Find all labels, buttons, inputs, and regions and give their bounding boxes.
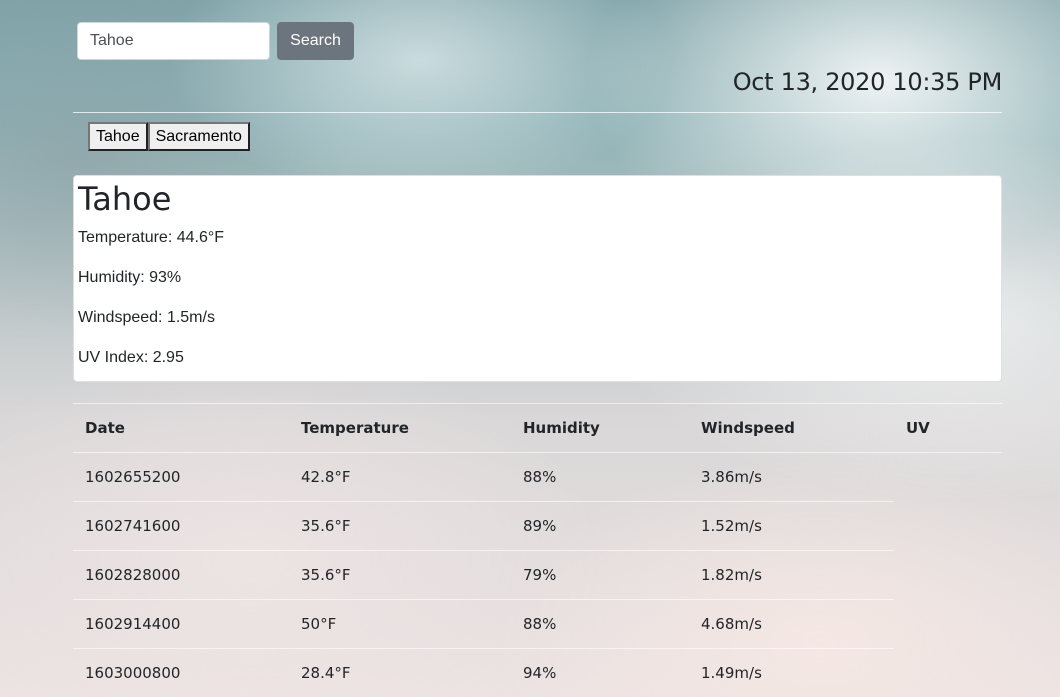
column-header-temperature: Temperature (289, 403, 511, 453)
current-datetime: Oct 13, 2020 10:35 PM (732, 68, 1003, 96)
forecast-table: Date Temperature Humidity Windspeed UV 1… (73, 403, 1002, 697)
cell-humidity: 79% (511, 550, 689, 600)
header-divider (73, 112, 1002, 113)
cell-uv (894, 649, 1002, 697)
cell-uv (894, 502, 1002, 551)
column-header-uv: UV (894, 403, 1002, 453)
cell-date: 1602828000 (73, 550, 289, 600)
cell-date: 1602914400 (73, 599, 289, 649)
cell-uv (894, 551, 1002, 600)
cell-temperature: 50°F (289, 599, 511, 649)
search-button[interactable]: Search (277, 22, 354, 60)
cell-humidity: 88% (511, 452, 689, 502)
history-button-sacramento[interactable]: Sacramento (147, 122, 250, 151)
cell-date: 1602655200 (73, 452, 289, 502)
cell-windspeed: 1.82m/s (689, 550, 894, 600)
temperature-stat: Temperature: 44.6°F (78, 229, 225, 246)
forecast-header-row: Date Temperature Humidity Windspeed UV (73, 403, 1002, 453)
humidity-stat: Humidity: 93% (78, 269, 182, 286)
cell-humidity: 89% (511, 501, 689, 551)
cell-humidity: 88% (511, 599, 689, 649)
table-row: 1603000800 28.4°F 94% 1.49m/s (73, 648, 1002, 697)
table-row: 1602914400 50°F 88% 4.68m/s (73, 599, 1002, 649)
cell-windspeed: 3.86m/s (689, 452, 894, 502)
table-row: 1602655200 42.8°F 88% 3.86m/s (73, 452, 1002, 502)
history-button-tahoe[interactable]: Tahoe (88, 122, 148, 151)
table-row: 1602828000 35.6°F 79% 1.82m/s (73, 550, 1002, 600)
cell-date: 1603000800 (73, 648, 289, 697)
city-name: Tahoe (78, 180, 172, 218)
windspeed-stat: Windspeed: 1.5m/s (78, 309, 215, 326)
column-header-windspeed: Windspeed (689, 403, 894, 453)
cell-uv (894, 600, 1002, 649)
cell-temperature: 42.8°F (289, 452, 511, 502)
cell-temperature: 35.6°F (289, 501, 511, 551)
column-header-date: Date (73, 403, 289, 453)
column-header-humidity: Humidity (511, 403, 689, 453)
cell-date: 1602741600 (73, 501, 289, 551)
cell-uv (894, 453, 1002, 502)
cell-windspeed: 4.68m/s (689, 599, 894, 649)
search-history: Tahoe Sacramento (88, 122, 250, 151)
uv-index-stat: UV Index: 2.95 (78, 349, 184, 366)
cell-temperature: 28.4°F (289, 648, 511, 697)
cell-humidity: 94% (511, 648, 689, 697)
table-row: 1602741600 35.6°F 89% 1.52m/s (73, 501, 1002, 551)
cell-windspeed: 1.49m/s (689, 648, 894, 697)
cell-windspeed: 1.52m/s (689, 501, 894, 551)
current-weather-card: Tahoe Temperature: 44.6°F Humidity: 93% … (73, 175, 1002, 382)
search-input[interactable] (77, 22, 270, 60)
cell-temperature: 35.6°F (289, 550, 511, 600)
